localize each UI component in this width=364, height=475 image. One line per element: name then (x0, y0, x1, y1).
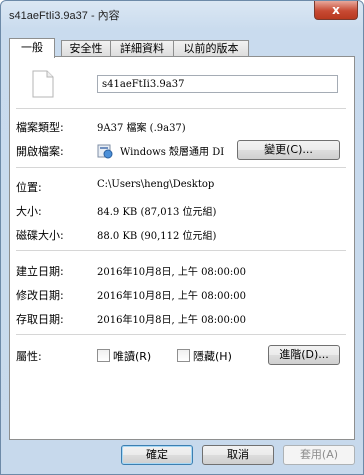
size-value: 84.9 KB (87,013 位元組) (97, 207, 217, 218)
tab-previous-versions[interactable]: 以前的版本 (173, 40, 249, 57)
properties-window: s41aeFtIi3.9a37 - 內容 x 一般 安全性 詳細資料 以前的版本… (0, 0, 364, 475)
title-bar[interactable]: s41aeFtIi3.9a37 - 內容 x (1, 1, 363, 27)
opens-with-value: Windows 殼層通用 DI (120, 147, 225, 158)
modified-value: 2016年10月8日, 上午 08:00:00 (97, 291, 246, 302)
location-value: C:\Users\heng\Desktop (97, 179, 215, 190)
opens-with-label: 開啟檔案: (16, 145, 64, 158)
tab-details[interactable]: 詳細資料 (110, 40, 174, 57)
size-label: 大小: (16, 205, 42, 218)
divider (16, 167, 346, 168)
created-label: 建立日期: (16, 265, 64, 278)
divider (16, 250, 346, 251)
attributes-label: 屬性: (16, 350, 42, 363)
hidden-checkbox[interactable] (177, 349, 190, 362)
modified-label: 修改日期: (16, 289, 64, 302)
accessed-value: 2016年10月8日, 上午 08:00:00 (97, 315, 246, 326)
window-title: s41aeFtIi3.9a37 - 內容 (9, 10, 120, 22)
tab-bar: 一般 安全性 詳細資料 以前的版本 (9, 38, 355, 58)
file-icon (32, 70, 54, 98)
size-on-disk-value: 88.0 KB (90,112 位元組) (97, 231, 217, 242)
filename-input[interactable]: s41aeFtIi3.9a37 (97, 75, 338, 93)
tab-security[interactable]: 安全性 (61, 40, 111, 57)
file-type-label: 檔案類型: (16, 121, 64, 134)
accessed-label: 存取日期: (16, 313, 64, 326)
tab-general[interactable]: 一般 (9, 38, 55, 58)
divider (16, 334, 346, 335)
readonly-label[interactable]: 唯讀(R) (113, 348, 151, 364)
ok-button[interactable]: 確定 (121, 445, 193, 465)
cancel-button[interactable]: 取消 (202, 445, 274, 465)
close-button[interactable]: x (314, 1, 358, 20)
apply-button[interactable]: 套用(A) (283, 445, 355, 465)
divider (16, 108, 346, 109)
app-icon (97, 144, 113, 159)
general-panel: s41aeFtIi3.9a37 檔案類型: 9A37 檔案 (.9a37) 開啟… (9, 56, 355, 440)
file-type-value: 9A37 檔案 (.9a37) (97, 123, 186, 134)
location-label: 位置: (16, 181, 42, 194)
change-button[interactable]: 變更(C)... (237, 140, 340, 160)
size-on-disk-label: 磁碟大小: (16, 229, 64, 242)
created-value: 2016年10月8日, 上午 08:00:00 (97, 267, 246, 278)
hidden-label[interactable]: 隱藏(H) (193, 348, 232, 364)
readonly-checkbox[interactable] (97, 349, 110, 362)
advanced-button[interactable]: 進階(D)... (268, 345, 340, 365)
